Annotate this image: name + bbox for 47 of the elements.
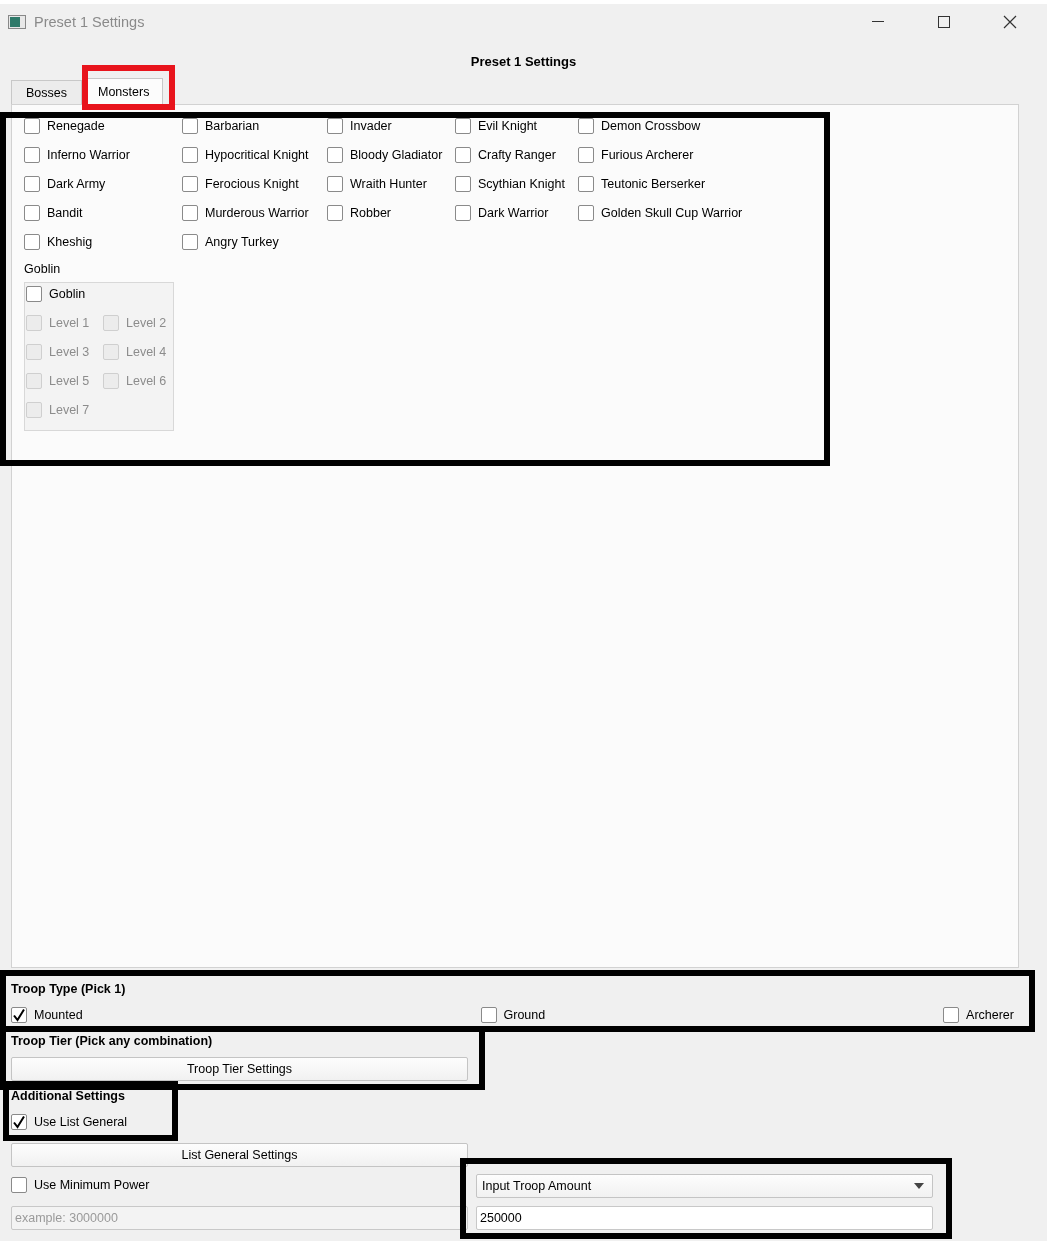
group-title: Goblin (24, 262, 62, 276)
monster-checkbox[interactable]: Barbarian (182, 118, 260, 134)
window-title: Preset 1 Settings (34, 14, 146, 30)
goblin-checkbox[interactable]: Goblin (26, 286, 173, 302)
monster-checkbox[interactable]: Demon Crossbow (578, 118, 701, 134)
monster-checkbox[interactable]: Wraith Hunter (327, 176, 427, 192)
list-general-button[interactable]: List General Settings (11, 1143, 468, 1167)
dialog-heading: Preset 1 Settings (469, 54, 578, 70)
input-field[interactable]: 250000 (476, 1206, 933, 1230)
troop-type-checkbox[interactable]: Archerer (943, 1007, 1014, 1023)
checkbox[interactable]: Use List General (11, 1114, 128, 1130)
monster-checkbox[interactable]: Furious Archerer (578, 147, 694, 163)
troop-type-checkbox[interactable]: Mounted (11, 1007, 83, 1023)
monster-checkbox[interactable]: Robber (327, 205, 391, 221)
monster-checkbox[interactable]: Murderous Warrior (182, 205, 309, 221)
monster-checkbox[interactable]: Bloody Gladiator (327, 147, 443, 163)
monster-checkbox[interactable]: Dark Army (24, 176, 106, 192)
monster-checkbox[interactable]: Scythian Knight (455, 176, 565, 192)
app-icon (8, 15, 26, 29)
troop-type-checkbox[interactable]: Ground (480, 1007, 546, 1023)
monster-checkbox[interactable]: Inferno Warrior (24, 147, 130, 163)
monster-checkbox[interactable]: Dark Warrior (455, 205, 549, 221)
monster-checkbox[interactable]: Angry Turkey (182, 234, 279, 250)
maximize-icon (938, 16, 950, 28)
monster-checkbox[interactable]: Teutonic Berserker (578, 176, 706, 192)
close-icon (1003, 15, 1017, 29)
section-title: Troop Tier (Pick any combination) (11, 1034, 214, 1048)
tab[interactable]: Bosses (11, 80, 82, 104)
monster-checkbox[interactable]: Ferocious Knight (182, 176, 299, 192)
input-field[interactable]: example: 3000000 (11, 1206, 468, 1230)
monster-checkbox[interactable]: Golden Skull Cup Warrior (578, 205, 743, 221)
minimize-icon (872, 21, 884, 23)
checkbox[interactable]: Use Minimum Power (11, 1176, 150, 1193)
check-icon (12, 1008, 26, 1022)
dropdown[interactable]: Input Troop Amount (476, 1174, 933, 1198)
troop-tier-button[interactable]: Troop Tier Settings (11, 1057, 468, 1081)
section-title: Additional Settings (11, 1089, 126, 1103)
check-icon (12, 1115, 26, 1129)
monster-checkbox[interactable]: Kheshig (24, 234, 93, 250)
section-title: Troop Type (Pick 1) (11, 982, 127, 996)
monster-checkbox[interactable]: Bandit (24, 205, 83, 221)
caret-icon (914, 1183, 924, 1189)
monster-checkbox[interactable]: Invader (327, 118, 392, 134)
monster-checkbox[interactable]: Renegade (24, 118, 105, 134)
monster-checkbox[interactable]: Evil Knight (455, 118, 538, 134)
monster-checkbox[interactable]: Crafty Ranger (455, 147, 556, 163)
monster-checkbox[interactable]: Hypocritical Knight (182, 147, 309, 163)
